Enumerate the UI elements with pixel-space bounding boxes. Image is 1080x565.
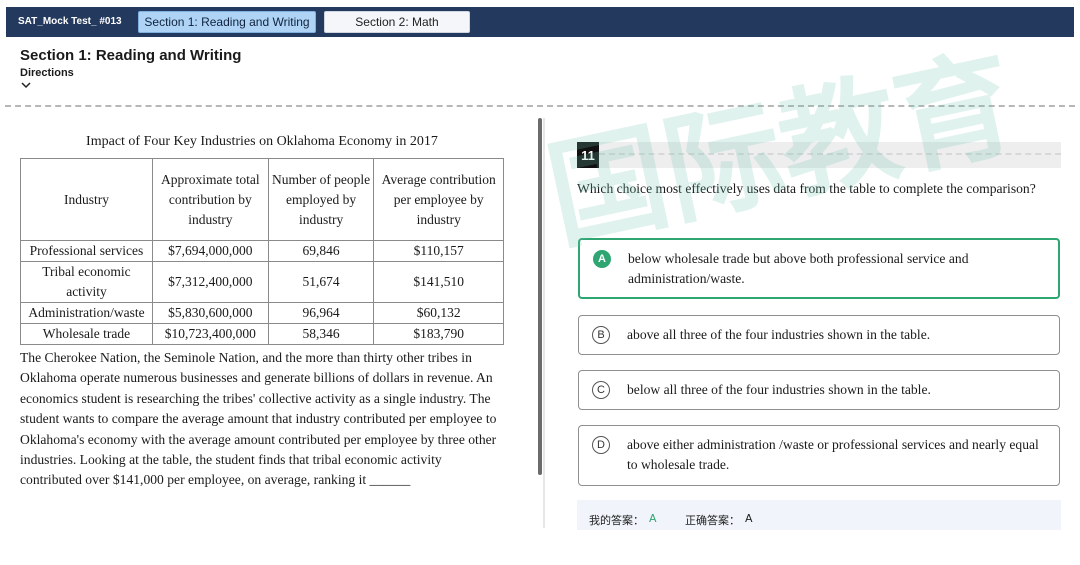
correct-answer-value: A <box>745 512 753 525</box>
table-cell: Professional services <box>20 240 153 262</box>
answer-option-d[interactable]: D above either administration /waste or … <box>578 425 1060 486</box>
answer-summary: 我的答案： A 正确答案： A <box>577 500 1061 530</box>
option-text-c: below all three of the four industries s… <box>627 382 931 397</box>
question-header: 11 <box>577 142 1061 168</box>
table-cell: 69,846 <box>267 240 375 262</box>
table-row: Wholesale trade $10,723,400,000 58,346 $… <box>20 323 504 345</box>
table-cell: $7,312,400,000 <box>151 261 269 303</box>
question-header-dash <box>599 153 1061 155</box>
option-letter-c: C <box>592 381 610 399</box>
table-cell: $60,132 <box>373 302 504 324</box>
question-number: 11 <box>577 142 599 168</box>
table-cell: $7,694,000,000 <box>151 240 269 262</box>
option-text-b: above all three of the four industries s… <box>627 327 931 342</box>
table-cell: $5,830,600,000 <box>151 302 269 324</box>
table-cell: 51,674 <box>267 261 375 303</box>
column-header: Number of people employed by industry <box>267 158 375 241</box>
header-divider <box>5 105 1075 107</box>
table-cell: Administration/waste <box>20 302 153 324</box>
column-header: Average contribution per employee by ind… <box>373 158 504 241</box>
pane-divider-track <box>543 118 545 528</box>
passage-text: The Cherokee Nation, the Seminole Nation… <box>20 350 497 488</box>
pane-resize-handle[interactable] <box>538 118 542 475</box>
answer-option-a[interactable]: A below wholesale trade but above both p… <box>578 238 1060 299</box>
table-cell: 96,964 <box>267 302 375 324</box>
data-table: Industry Approximate total contribution … <box>20 158 504 345</box>
column-header: Industry <box>20 158 153 241</box>
table-cell: $183,790 <box>373 323 504 345</box>
option-text-a: below wholesale trade but above both pro… <box>628 251 969 287</box>
answer-option-c[interactable]: C below all three of the four industries… <box>578 370 1060 410</box>
test-name: SAT_Mock Test_ #013 <box>18 16 122 27</box>
tab-section-2[interactable]: Section 2: Math <box>324 11 470 33</box>
table-cell: $10,723,400,000 <box>151 323 269 345</box>
my-answer-label: 我的答案： <box>589 514 644 527</box>
chevron-down-icon[interactable] <box>20 80 32 90</box>
table-row: Professional services $7,694,000,000 69,… <box>20 240 504 262</box>
option-text-d: above either administration /waste or pr… <box>627 437 1039 473</box>
directions-toggle[interactable]: Directions <box>20 67 74 79</box>
column-header: Approximate total contribution by indust… <box>151 158 269 241</box>
table-cell: Tribal economic activity <box>20 261 153 303</box>
top-nav-bar: SAT_Mock Test_ #013 Section 1: Reading a… <box>6 7 1074 37</box>
table-cell: $110,157 <box>373 240 504 262</box>
option-letter-a: A <box>593 250 611 268</box>
question-stem: Which choice most effectively uses data … <box>577 181 1036 196</box>
tab-section-1[interactable]: Section 1: Reading and Writing <box>138 11 316 33</box>
correct-answer-label: 正确答案： <box>685 514 740 527</box>
section-title: Section 1: Reading and Writing <box>20 47 242 64</box>
answer-option-b[interactable]: B above all three of the four industries… <box>578 315 1060 355</box>
option-letter-b: B <box>592 326 610 344</box>
option-letter-d: D <box>592 436 610 454</box>
table-title: Impact of Four Key Industries on Oklahom… <box>86 134 438 149</box>
my-answer-value: A <box>649 512 657 525</box>
table-cell: 58,346 <box>267 323 375 345</box>
table-row: Tribal economic activity $7,312,400,000 … <box>20 261 504 303</box>
table-cell: Wholesale trade <box>20 323 153 345</box>
table-cell: $141,510 <box>373 261 504 303</box>
table-row: Administration/waste $5,830,600,000 96,9… <box>20 302 504 324</box>
